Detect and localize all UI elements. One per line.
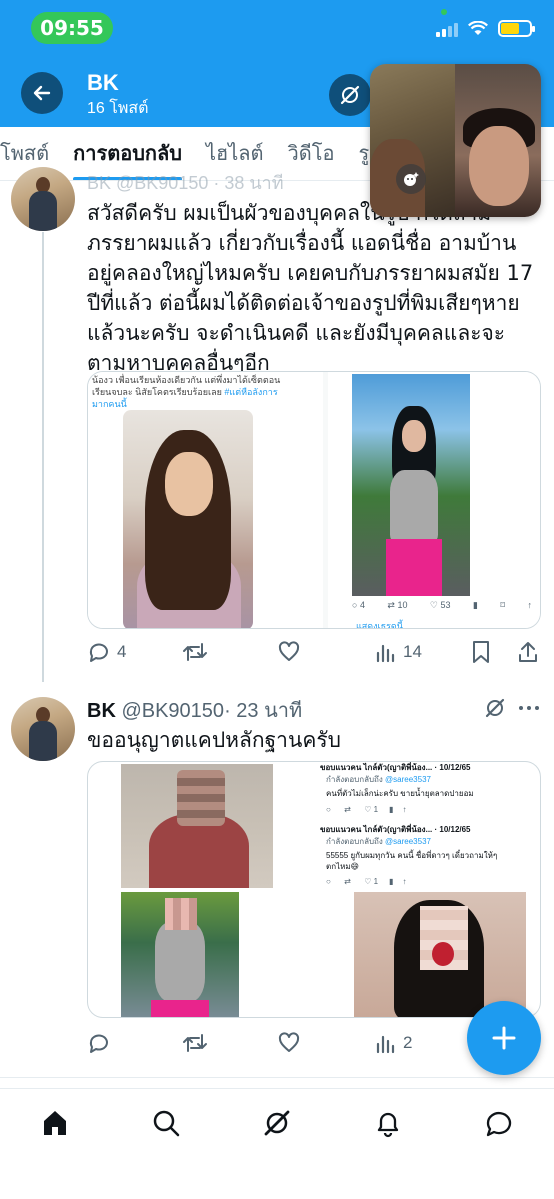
- more-dots-icon[interactable]: [518, 704, 540, 712]
- tweet-time: · 23 นาที: [224, 700, 303, 722]
- views-button[interactable]: 2: [375, 1032, 412, 1054]
- reply-button[interactable]: [87, 1031, 111, 1055]
- message-icon: [486, 1111, 512, 1137]
- post-count: 16 โพสต์: [87, 100, 149, 117]
- video-call-overlay[interactable]: [370, 64, 541, 217]
- bottom-nav: [0, 1088, 554, 1199]
- video-call-remote: [370, 64, 455, 217]
- heart-icon: [278, 641, 300, 661]
- search-icon: [153, 1110, 180, 1137]
- embedded-actions: ○ 4 ⇄ 10 ♡ 53 ▮ ⌑ ↑: [352, 600, 532, 610]
- nav-messages[interactable]: [483, 1107, 515, 1139]
- avatar[interactable]: [11, 167, 75, 231]
- like-button[interactable]: [277, 1031, 301, 1055]
- battery-icon: [498, 20, 535, 37]
- nav-search[interactable]: [150, 1107, 182, 1139]
- nav-grok[interactable]: [261, 1107, 293, 1139]
- grok-button[interactable]: [329, 74, 371, 116]
- like-button[interactable]: [277, 640, 301, 664]
- media-image-1[interactable]: [121, 764, 273, 888]
- heart-icon: [278, 1032, 300, 1052]
- views-bar-icon: [376, 644, 395, 663]
- compose-button[interactable]: [467, 1001, 541, 1075]
- arrow-left-icon: [33, 85, 51, 101]
- photo: [123, 410, 253, 628]
- tweet-actions: 4 14: [87, 637, 541, 667]
- video-call-self: [455, 64, 541, 217]
- media-image-1[interactable]: น้องว เพื่อนเรียนห้องเดียวกัน แต่พึ่งมาไ…: [88, 372, 323, 628]
- bell-icon: [377, 1112, 399, 1138]
- grok-icon: [264, 1110, 290, 1136]
- thread-line: [42, 232, 44, 682]
- avatar[interactable]: [11, 697, 75, 761]
- repost-button[interactable]: [182, 640, 208, 664]
- reply-icon: [89, 1034, 108, 1053]
- effects-icon[interactable]: [396, 164, 426, 194]
- repost-button[interactable]: [182, 1031, 208, 1055]
- bookmark-icon: [473, 641, 489, 663]
- author-name[interactable]: BK: [87, 700, 116, 722]
- share-button[interactable]: [517, 640, 539, 664]
- media-image-2[interactable]: ○ 4 ⇄ 10 ♡ 53 ▮ ⌑ ↑ แสดงเธรดนี้: [328, 372, 540, 629]
- author-handle[interactable]: @BK90150: [121, 700, 224, 722]
- signal-icon: [436, 21, 458, 37]
- divider: [0, 1077, 554, 1078]
- tweet-media[interactable]: ขอบแนวคน ไกล์ตัว(ญาติพี่น้อง... · 10/12/…: [87, 761, 541, 1018]
- wifi-icon: [468, 21, 488, 35]
- views-bar-icon: [376, 1035, 395, 1054]
- grok-icon[interactable]: [484, 697, 506, 719]
- tweet-header: BK @BK90150 · 38 นาที: [87, 173, 284, 193]
- status-time: 09:55: [31, 12, 113, 44]
- share-icon: [519, 642, 537, 662]
- photo: [352, 374, 470, 596]
- grok-icon: [340, 85, 360, 105]
- repost-icon: [183, 643, 207, 661]
- reply-button[interactable]: 4: [87, 640, 126, 664]
- tweet-text: สวัสดีครับ ผมเป็นผัวของบุคคลในรูป ก็ได้ถ…: [87, 201, 534, 375]
- reply-icon: [89, 643, 108, 662]
- tweet-text: ขออนุญาตแคปหลักฐานครับ: [87, 728, 341, 752]
- embedded-link: แสดงเธรดนี้: [356, 621, 403, 629]
- nav-home[interactable]: [39, 1107, 71, 1139]
- home-icon: [44, 1111, 66, 1135]
- views-button[interactable]: 14: [375, 641, 422, 663]
- tweet-header: BK @BK90150· 23 นาที: [87, 694, 302, 726]
- embedded-caption: น้องว เพื่อนเรียนห้องเดียวกัน แต่พึ่งมาไ…: [92, 375, 281, 409]
- profile-name: BK: [87, 70, 119, 95]
- tweet-media[interactable]: น้องว เพื่อนเรียนห้องเดียวกัน แต่พึ่งมาไ…: [87, 371, 541, 629]
- media-image-3[interactable]: [121, 892, 239, 1017]
- recording-indicator: [441, 9, 447, 15]
- back-button[interactable]: [21, 72, 63, 114]
- status-icons: [436, 20, 535, 37]
- media-image-4[interactable]: [354, 892, 526, 1017]
- plus-icon: [492, 1026, 516, 1050]
- repost-icon: [183, 1034, 207, 1052]
- nav-notifications[interactable]: [372, 1107, 404, 1139]
- bookmark-button[interactable]: [470, 640, 492, 664]
- tab-videos[interactable]: วิดีโอ: [276, 127, 347, 180]
